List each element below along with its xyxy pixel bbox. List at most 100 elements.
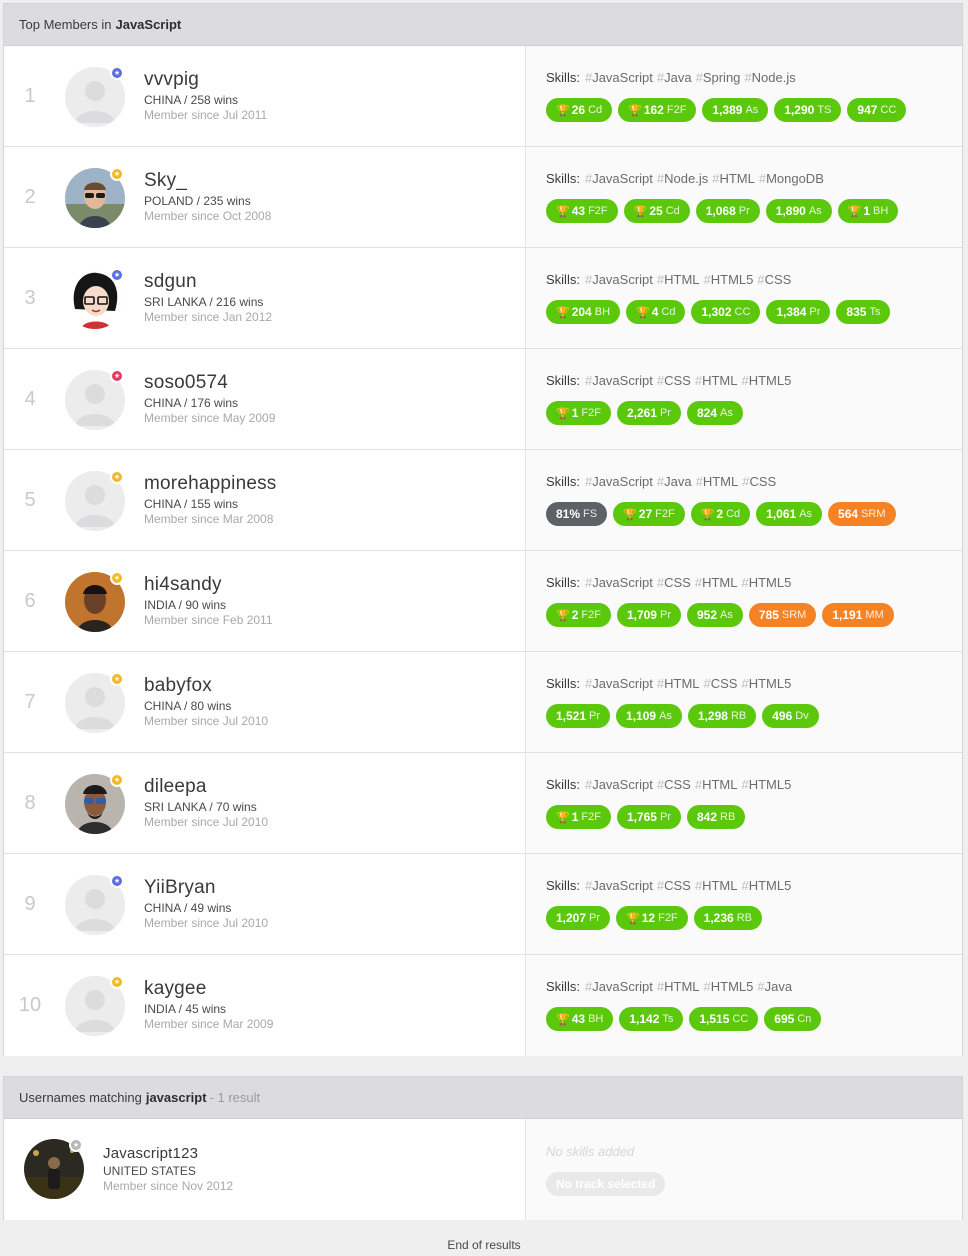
member-handle[interactable]: soso0574 xyxy=(144,371,275,395)
member-row[interactable]: 3 ★ sdgun SRI LANKA / 216 wins Member since … xyxy=(4,248,962,349)
skill-tag[interactable]: #Node.js xyxy=(744,70,795,85)
rating-pill[interactable]: 🏆 12 F2F xyxy=(616,906,688,930)
skill-tag[interactable]: #HTML xyxy=(657,979,700,994)
rating-pill[interactable]: 564 SRM xyxy=(828,502,896,526)
member-row[interactable]: 5 ★ morehappiness CHINA / 155 wins Member si… xyxy=(4,450,962,551)
skill-tag[interactable]: #HTML5 xyxy=(704,272,754,287)
rating-pill[interactable]: 947 CC xyxy=(847,98,907,122)
rating-pill[interactable]: 🏆 2 F2F xyxy=(546,603,611,627)
skill-tag[interactable]: #Java xyxy=(657,70,692,85)
member-handle[interactable]: YiiBryan xyxy=(144,876,268,900)
rating-pill[interactable]: 496 Dv xyxy=(762,704,819,728)
skill-tag[interactable]: #Java xyxy=(657,474,692,489)
skill-tag[interactable]: #JavaScript xyxy=(585,777,653,792)
rating-pill[interactable]: 🏆 1 BH xyxy=(837,199,899,223)
rating-pill[interactable]: 1,890 As xyxy=(765,199,832,223)
rating-pill[interactable]: 785 SRM xyxy=(748,603,817,627)
rating-pill[interactable]: 1,236 RB xyxy=(693,906,762,930)
member-row[interactable]: 2 ★ Sky_ POLAND / 235 wins Member since Oct … xyxy=(4,147,962,248)
skill-tag[interactable]: #Spring xyxy=(696,70,741,85)
skill-tag[interactable]: #JavaScript xyxy=(585,171,653,186)
rating-pill[interactable]: 🏆 43 BH xyxy=(546,1007,614,1031)
member-handle[interactable]: sdgun xyxy=(144,270,272,294)
skill-tag[interactable]: #HTML5 xyxy=(741,373,791,388)
rating-pill[interactable]: 1,302 CC xyxy=(691,300,761,324)
member-handle[interactable]: hi4sandy xyxy=(144,573,273,597)
skill-tag[interactable]: #JavaScript xyxy=(585,70,653,85)
rating-pill[interactable]: 1,298 RB xyxy=(687,704,757,728)
rating-pill[interactable]: 1,521 Pr xyxy=(546,704,611,728)
rating-pill[interactable]: 🏆 25 Cd xyxy=(623,199,690,223)
rating-pill[interactable]: 2,261 Pr xyxy=(616,401,681,425)
rating-pill[interactable]: 🏆 1 F2F xyxy=(546,805,611,829)
skill-tag[interactable]: #HTML5 xyxy=(741,878,791,893)
rating-pill[interactable]: 1,068 Pr xyxy=(695,199,760,223)
rating-pill[interactable]: 824 As xyxy=(686,401,743,425)
skill-tag[interactable]: #MongoDB xyxy=(759,171,824,186)
member-row[interactable]: 4 ★ soso0574 CHINA / 176 wins Member since M… xyxy=(4,349,962,450)
rating-pill[interactable]: 🏆 2 Cd xyxy=(690,502,751,526)
rating-pill[interactable]: 1,207 Pr xyxy=(546,906,611,930)
member-row[interactable]: 8 ★ dileepa SRI LANKA / 70 wins Member since… xyxy=(4,753,962,854)
rating-pill[interactable]: 842 RB xyxy=(686,805,746,829)
member-row[interactable]: 1 ★ vvvpig CHINA / 258 wins Member since Jul… xyxy=(4,46,962,147)
rating-pill[interactable]: 🏆 43 F2F xyxy=(546,199,618,223)
rating-pill[interactable]: 1,191 MM xyxy=(822,603,894,627)
skill-tag[interactable]: #HTML5 xyxy=(741,676,791,691)
rating-pill[interactable]: 🏆 204 BH xyxy=(546,300,621,324)
member-row[interactable]: 10 ★ kaygee INDIA / 45 wins Member since Mar… xyxy=(4,955,962,1056)
member-row[interactable]: 6 ★ hi4sandy INDIA / 90 wins Member since Fe… xyxy=(4,551,962,652)
skill-tag[interactable]: #HTML xyxy=(695,373,738,388)
rating-pill[interactable]: 81% FS xyxy=(546,502,608,526)
rating-pill[interactable]: 695 Cn xyxy=(764,1007,822,1031)
rating-pill[interactable]: 1,142 Ts xyxy=(619,1007,684,1031)
skill-tag[interactable]: #CSS xyxy=(657,777,691,792)
member-handle[interactable]: kaygee xyxy=(144,977,273,1001)
skill-tag[interactable]: #JavaScript xyxy=(585,676,653,691)
skill-tag[interactable]: #CSS xyxy=(657,373,691,388)
rating-pill[interactable]: 1,709 Pr xyxy=(616,603,681,627)
member-handle[interactable]: dileepa xyxy=(144,775,268,799)
username-result-row[interactable]: ★ Javascript123 UNITED STATES Member sin… xyxy=(4,1119,962,1220)
skill-tag[interactable]: #JavaScript xyxy=(585,878,653,893)
skill-tag[interactable]: #HTML xyxy=(657,272,700,287)
rating-pill[interactable]: 1,515 CC xyxy=(689,1007,759,1031)
rating-pill[interactable]: 1,061 As xyxy=(756,502,823,526)
member-handle[interactable]: Javascript123 xyxy=(103,1144,233,1163)
rating-pill[interactable]: 1,384 Pr xyxy=(766,300,831,324)
rating-pill[interactable]: 835 Ts xyxy=(836,300,891,324)
skill-tag[interactable]: #HTML5 xyxy=(741,777,791,792)
skill-tag[interactable]: #HTML xyxy=(695,878,738,893)
rating-pill[interactable]: 1,389 As xyxy=(702,98,769,122)
skill-tag[interactable]: #JavaScript xyxy=(585,474,653,489)
skill-tag[interactable]: #JavaScript xyxy=(585,575,653,590)
rating-pill[interactable]: 1,109 As xyxy=(616,704,682,728)
member-handle[interactable]: Sky_ xyxy=(144,169,271,193)
member-handle[interactable]: babyfox xyxy=(144,674,268,698)
member-handle[interactable]: vvvpig xyxy=(144,68,267,92)
skill-tag[interactable]: #CSS xyxy=(742,474,776,489)
rating-pill[interactable]: 🏆 4 Cd xyxy=(626,300,686,324)
skill-tag[interactable]: #JavaScript xyxy=(585,979,653,994)
skill-tag[interactable]: #HTML xyxy=(695,575,738,590)
skill-tag[interactable]: #CSS xyxy=(657,575,691,590)
member-row[interactable]: 7 ★ babyfox CHINA / 80 wins Member since Jul… xyxy=(4,652,962,753)
skill-tag[interactable]: #JavaScript xyxy=(585,373,653,388)
skill-tag[interactable]: #Java xyxy=(757,979,792,994)
skill-tag[interactable]: #HTML5 xyxy=(704,979,754,994)
skill-tag[interactable]: #HTML xyxy=(695,777,738,792)
rating-pill[interactable]: 1,290 TS xyxy=(774,98,842,122)
rating-pill[interactable]: 🏆 162 F2F xyxy=(618,98,697,122)
skill-tag[interactable]: #Node.js xyxy=(657,171,708,186)
skill-tag[interactable]: #CSS xyxy=(704,676,738,691)
rating-pill[interactable]: 🏆 1 F2F xyxy=(546,401,611,425)
member-row[interactable]: 9 ★ YiiBryan CHINA / 49 wins Member since Ju… xyxy=(4,854,962,955)
skill-tag[interactable]: #JavaScript xyxy=(585,272,653,287)
skill-tag[interactable]: #HTML5 xyxy=(741,575,791,590)
skill-tag[interactable]: #CSS xyxy=(657,878,691,893)
rating-pill[interactable]: 1,765 Pr xyxy=(616,805,681,829)
skill-tag[interactable]: #CSS xyxy=(757,272,791,287)
rating-pill[interactable]: 🏆 27 F2F xyxy=(613,502,685,526)
skill-tag[interactable]: #HTML xyxy=(712,171,755,186)
member-handle[interactable]: morehappiness xyxy=(144,472,277,496)
